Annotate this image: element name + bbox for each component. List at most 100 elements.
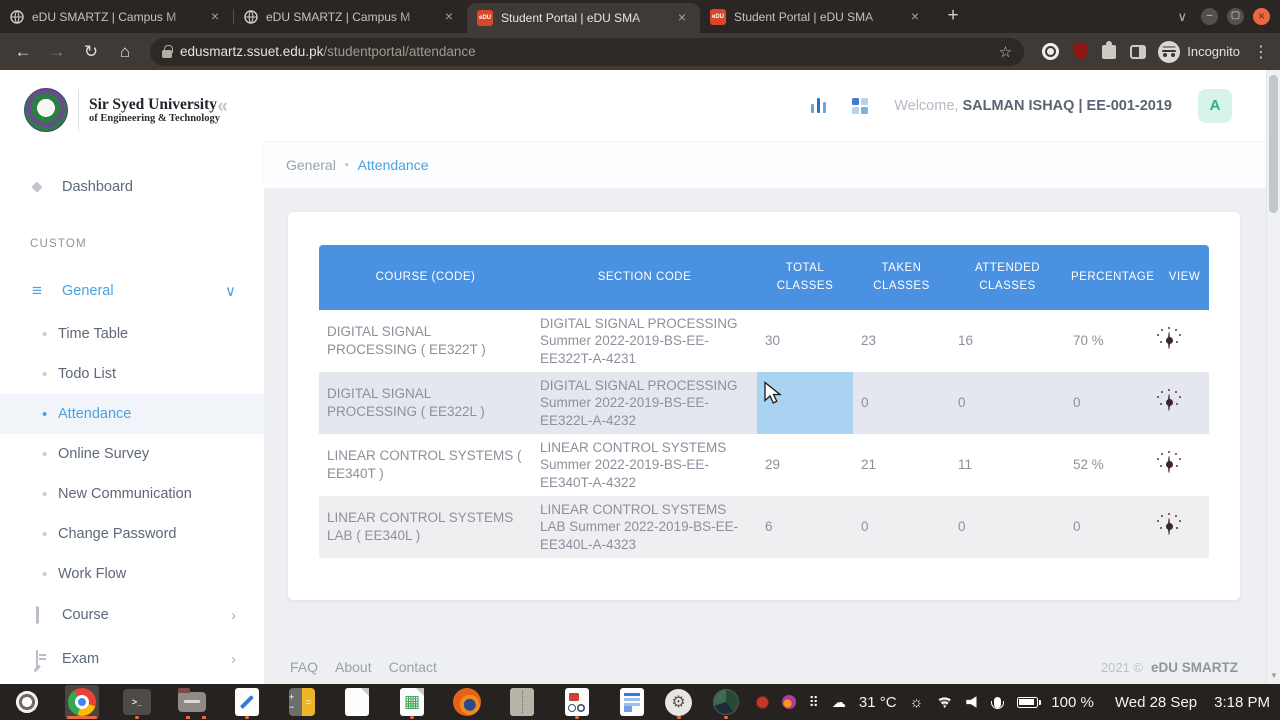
dots-tray-icon[interactable]: ⠿ [809, 694, 819, 711]
home-button[interactable]: ⌂ [110, 37, 140, 67]
sidebar-item-general[interactable]: ≡ General ∨ [0, 272, 264, 310]
tab-close-icon[interactable]: × [907, 8, 923, 25]
weather-cloud-icon[interactable]: ☁ [832, 694, 846, 711]
attendance-table: COURSE (CODE) SECTION CODE TOTAL CLASSES… [319, 245, 1209, 558]
volume-icon[interactable] [966, 696, 977, 708]
breadcrumb-separator-icon: • [344, 159, 349, 171]
avatar[interactable]: A [1198, 88, 1232, 123]
close-button[interactable]: × [1253, 8, 1270, 25]
sidebar-item-online-survey[interactable]: • Online Survey [0, 434, 264, 474]
page-scrollbar[interactable]: ▼ [1266, 70, 1280, 684]
chrome-launcher[interactable] [65, 685, 99, 719]
spreadsheet-launcher[interactable]: ▦ [395, 685, 429, 719]
obs-tray-button[interactable] [709, 685, 743, 719]
sidebar-item-change-password[interactable]: • Change Password [0, 514, 264, 554]
app-menu-button[interactable] [10, 685, 44, 719]
breadcrumb-parent[interactable]: General [286, 157, 336, 173]
bar-chart-icon[interactable] [810, 98, 827, 113]
writer-launcher[interactable] [340, 685, 374, 719]
address-bar[interactable]: edusmartz.ssuet.edu.pk/studentportal/att… [150, 37, 1025, 66]
editor2-launcher[interactable] [505, 685, 539, 719]
apps-grid-icon[interactable] [852, 97, 869, 114]
side-panel-icon[interactable] [1130, 44, 1147, 59]
file-manager-launcher[interactable] [175, 685, 209, 719]
browser-tab-3-active[interactable]: eDU Student Portal | eDU SMA × [467, 3, 700, 33]
table-row: LINEAR CONTROL SYSTEMS LAB ( EE340L ) LI… [319, 496, 1209, 558]
word-doc-launcher[interactable] [615, 685, 649, 719]
clock-date[interactable]: Wed 28 Sep [1115, 694, 1197, 711]
text-editor-launcher[interactable] [230, 685, 264, 719]
sidebar-item-new-communication[interactable]: • New Communication [0, 474, 264, 514]
wifi-icon[interactable] [936, 696, 954, 708]
maximize-button[interactable]: ▢ [1227, 8, 1244, 25]
record-status-icon[interactable] [755, 695, 769, 709]
sidebar-item-attendance[interactable]: • Attendance [0, 394, 264, 434]
firefox-icon [453, 688, 481, 716]
sidebar-collapse-icon[interactable]: « [217, 96, 228, 118]
browser-tab-1[interactable]: eDU SMARTZ | Campus M × [0, 0, 233, 33]
tab-close-icon[interactable]: × [674, 10, 690, 26]
browser-tab-4[interactable]: eDU Student Portal | eDU SMA × [700, 0, 933, 33]
sidebar: Sir Syed University of Engineering & Tec… [0, 70, 264, 684]
sidebar-item-dashboard[interactable]: ◆ Dashboard [0, 168, 264, 206]
calculator-icon: + − = [289, 688, 315, 716]
browser-menu-icon[interactable]: ⋮ [1250, 42, 1272, 62]
battery-percent[interactable]: 100 % [1051, 694, 1094, 711]
tab-close-icon[interactable]: × [441, 8, 457, 25]
copyright-text: 2021 © [1100, 659, 1143, 675]
cell-percentage: 0 [1073, 395, 1081, 411]
sidebar-item-time-table[interactable]: • Time Table [0, 314, 264, 354]
globe-favicon [244, 9, 258, 24]
cell-total: 29 [765, 457, 781, 473]
col-percentage: PERCENTAGE [1065, 245, 1160, 310]
sidebar-item-course[interactable]: Course › [0, 596, 264, 634]
col-view: VIEW [1160, 245, 1209, 310]
tab-search-chevron-icon[interactable]: ∨ [1177, 9, 1187, 25]
flame-tray-icon[interactable] [781, 695, 796, 709]
tab-title: Student Portal | eDU SMA [501, 11, 641, 25]
ublock-extension-icon[interactable] [1073, 43, 1089, 60]
sidebar-item-exam[interactable]: Exam › [0, 640, 264, 678]
firefox-launcher[interactable] [450, 685, 484, 719]
forward-button[interactable]: → [42, 37, 72, 67]
view-eye-icon[interactable] [1168, 394, 1170, 412]
document-viewer-launcher[interactable] [560, 685, 594, 719]
view-eye-icon[interactable] [1168, 332, 1170, 350]
lock-icon[interactable] [162, 44, 173, 58]
dashboard-diamond-icon: ◆ [31, 179, 43, 195]
content-area: COURSE (CODE) SECTION CODE TOTAL CLASSES… [264, 188, 1266, 684]
battery-icon[interactable] [1017, 696, 1042, 708]
view-eye-icon[interactable] [1168, 518, 1170, 536]
settings-button[interactable]: ⚙ [662, 685, 696, 719]
sidebar-item-work-flow[interactable]: • Work Flow [0, 554, 264, 594]
view-eye-icon[interactable] [1168, 456, 1170, 474]
footer-link-contact[interactable]: Contact [389, 659, 437, 675]
scrollbar-thumb[interactable] [1269, 75, 1278, 213]
tab-close-icon[interactable]: × [207, 8, 223, 25]
cell-course: DIGITAL SIGNAL PROCESSING ( EE322L ) [327, 386, 485, 419]
calculator-launcher[interactable]: + − = [285, 685, 319, 719]
new-tab-button[interactable]: + [939, 3, 967, 31]
back-button[interactable]: ← [8, 37, 38, 67]
terminal-launcher[interactable]: >_ [120, 685, 154, 719]
globe-favicon [10, 9, 24, 24]
clock-time[interactable]: 3:18 PM [1214, 694, 1270, 711]
footer-link-faq[interactable]: FAQ [290, 659, 318, 675]
extensions-puzzle-icon[interactable] [1102, 40, 1117, 59]
microphone-icon[interactable] [991, 696, 1005, 709]
url-text[interactable]: edusmartz.ssuet.edu.pk/studentportal/att… [180, 44, 991, 59]
footer-link-about[interactable]: About [335, 659, 372, 675]
bookmark-star-icon[interactable]: ☆ [999, 43, 1012, 61]
sidebar-item-todo-list[interactable]: • Todo List [0, 354, 264, 394]
temperature-text[interactable]: 31 °C [859, 694, 897, 711]
browser-tab-2[interactable]: eDU SMARTZ | Campus M × [234, 0, 467, 33]
bullet-icon: • [42, 365, 48, 383]
incognito-icon [1158, 40, 1181, 63]
terminal-icon: >_ [123, 689, 151, 715]
reload-button[interactable]: ↻ [76, 37, 106, 67]
brightness-icon[interactable]: ☼ [910, 694, 924, 711]
scrollbar-down-arrow-icon[interactable]: ▼ [1267, 671, 1280, 680]
recorder-extension-icon[interactable] [1042, 43, 1060, 60]
bullet-icon: • [42, 485, 48, 503]
minimize-button[interactable]: – [1201, 8, 1218, 25]
